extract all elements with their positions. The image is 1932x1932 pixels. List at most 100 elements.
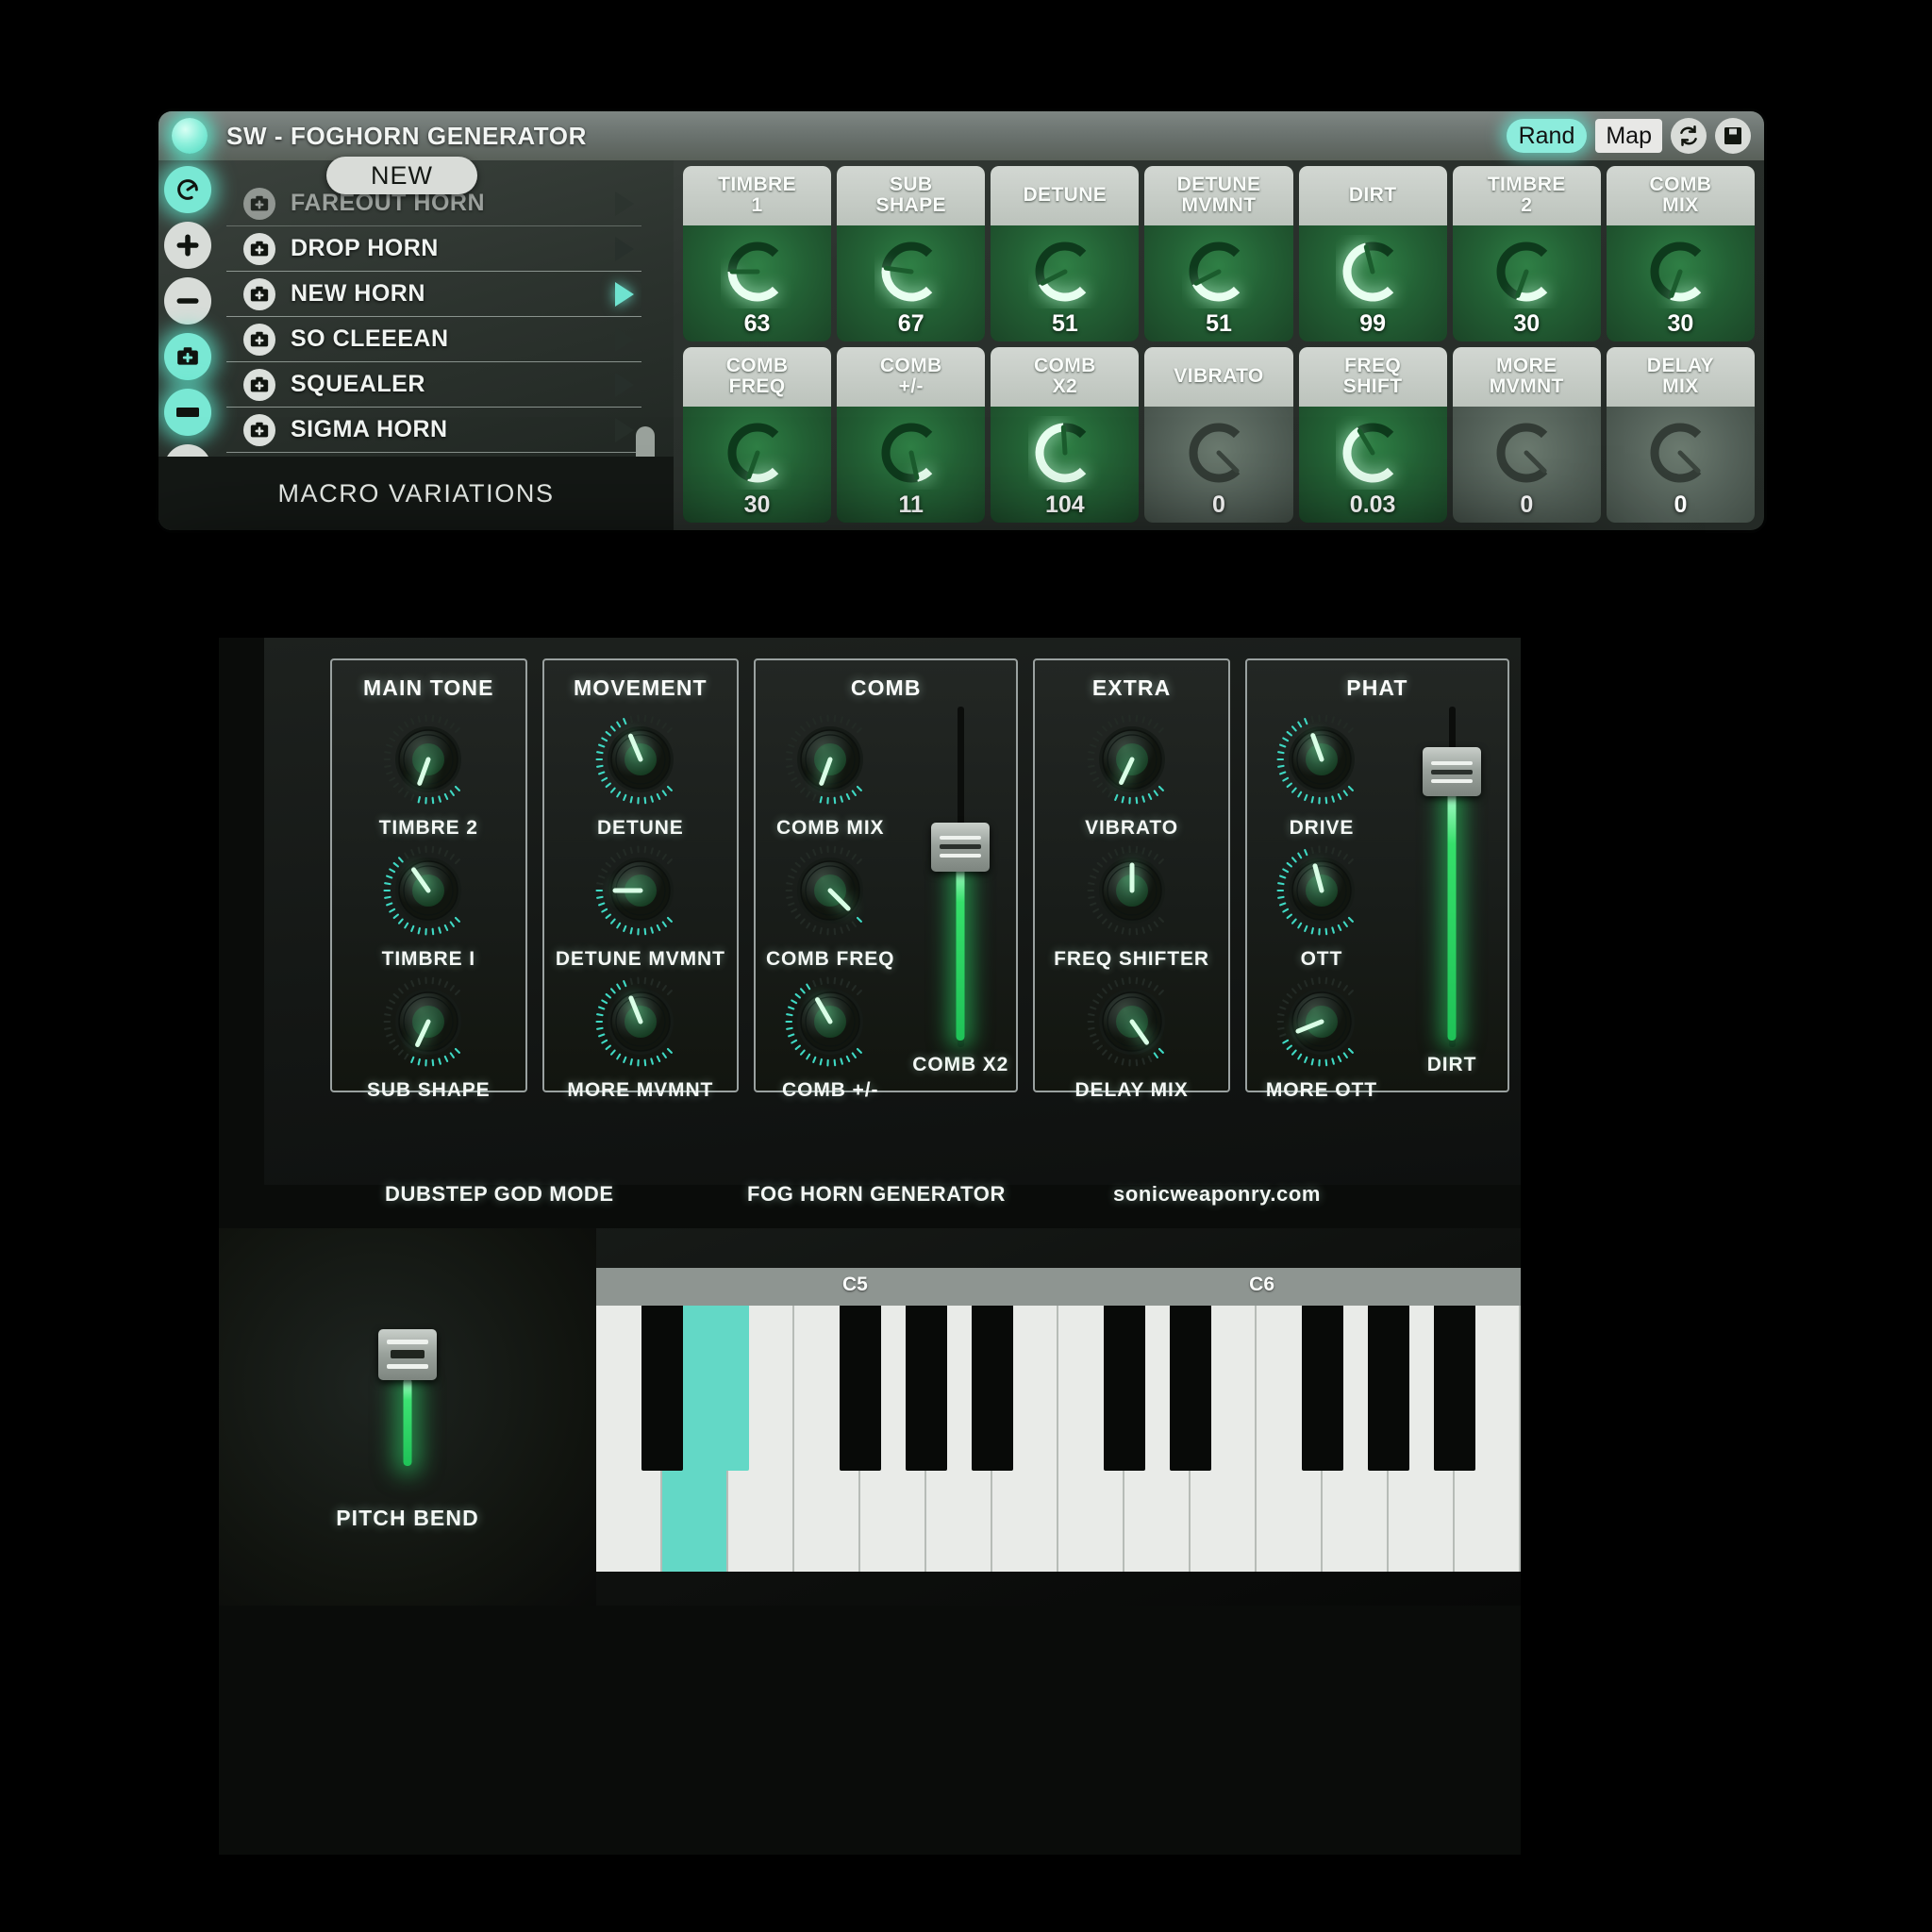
- add-preset-icon[interactable]: [164, 333, 211, 380]
- macro-slot: SUB SHAPE 67: [837, 166, 986, 341]
- macro-knob-value: 67: [897, 310, 924, 337]
- fader-handle[interactable]: [931, 822, 991, 872]
- black-key[interactable]: [707, 1306, 749, 1471]
- save-disk-icon[interactable]: [1715, 118, 1751, 154]
- preset-play-arrow-icon[interactable]: [615, 417, 634, 442]
- knob-dial-icon[interactable]: [164, 166, 211, 213]
- pitch-bend-slider[interactable]: [378, 1274, 437, 1491]
- black-key[interactable]: [1103, 1306, 1145, 1471]
- preset-play-arrow-icon[interactable]: [615, 281, 634, 307]
- macro-knob-value: 51: [1206, 310, 1232, 337]
- black-key[interactable]: [1302, 1306, 1343, 1471]
- knob-delay-mix[interactable]: [1081, 971, 1183, 1073]
- macro-label-line1: TIMBRE: [1487, 174, 1566, 196]
- knob-comb-mix[interactable]: [779, 708, 881, 810]
- knob-comb-freq[interactable]: [779, 840, 881, 941]
- keys-container[interactable]: [596, 1306, 1521, 1572]
- pitch-bend-glow: [403, 1377, 412, 1466]
- macro-knob[interactable]: [1490, 235, 1563, 308]
- macro-knob[interactable]: [1028, 416, 1102, 490]
- power-led-icon[interactable]: [172, 118, 208, 154]
- preset-play-arrow-icon[interactable]: [615, 191, 634, 216]
- macro-knob[interactable]: [1336, 235, 1409, 308]
- black-key[interactable]: [641, 1306, 683, 1471]
- knob-column: VIBRATO FREQ SHIFTER DELAY MIX: [1035, 705, 1228, 1101]
- macro-knob[interactable]: [721, 416, 794, 490]
- macro-slot: COMB FREQ 30: [683, 347, 832, 523]
- macro-label-line2: FREQ: [728, 375, 786, 397]
- macro-label-line1: DETUNE: [1176, 174, 1261, 196]
- knob-timbre-2[interactable]: [377, 708, 479, 810]
- black-key[interactable]: [1434, 1306, 1475, 1471]
- preset-list-item[interactable]: DROP HORN: [226, 226, 641, 272]
- macro-knob-value: 0: [1674, 491, 1688, 518]
- black-key[interactable]: [839, 1306, 881, 1471]
- knob-more-ott[interactable]: [1271, 971, 1373, 1073]
- knob-vibrato[interactable]: [1081, 708, 1183, 810]
- macro-label-line2: MIX: [1662, 194, 1699, 216]
- map-button[interactable]: Map: [1595, 119, 1662, 153]
- macro-label-line1: TIMBRE: [718, 174, 797, 196]
- macro-knob-value: 0.03: [1349, 491, 1396, 518]
- black-key[interactable]: [1368, 1306, 1409, 1471]
- preset-list-item[interactable]: SIGMA HORN: [226, 408, 641, 453]
- plus-icon[interactable]: [164, 222, 211, 269]
- preset-list-item[interactable]: NEW HORN: [226, 272, 641, 317]
- macro-knob[interactable]: [874, 235, 948, 308]
- preset-icon: [243, 323, 275, 356]
- preset-list-item[interactable]: SO CLEEEAN: [226, 317, 641, 362]
- knob-timbre-i[interactable]: [377, 840, 479, 941]
- fader-glow: [1447, 788, 1457, 1041]
- knob-label: COMB FREQ: [765, 948, 895, 970]
- macro-knob[interactable]: [1490, 416, 1563, 490]
- macro-knob[interactable]: [1336, 416, 1409, 490]
- knob-label: TIMBRE 2: [378, 817, 478, 839]
- minus-icon[interactable]: [164, 277, 211, 325]
- black-key[interactable]: [972, 1306, 1013, 1471]
- macro-knob[interactable]: [1643, 416, 1717, 490]
- preset-list-item[interactable]: SQUEALER: [226, 362, 641, 408]
- preset-play-arrow-icon[interactable]: [615, 326, 634, 352]
- pitch-bend-area: PITCH BEND: [219, 1228, 596, 1606]
- octave-bar: C5 C6: [596, 1268, 1521, 1306]
- knob-detune-mvmnt[interactable]: [590, 840, 691, 941]
- piano-keyboard[interactable]: C5 C6: [596, 1268, 1521, 1572]
- macro-knob[interactable]: [1643, 235, 1717, 308]
- preset-play-arrow-icon[interactable]: [615, 236, 634, 261]
- preset-list[interactable]: FAREOUT HORN DROP HORN NEW HORN SO CLEEEAN S…: [226, 181, 641, 483]
- knob-unit: COMB +/-: [779, 971, 881, 1102]
- rename-bar-icon[interactable]: [164, 389, 211, 436]
- knob-label: TIMBRE I: [381, 948, 475, 970]
- fader-dirt[interactable]: [1423, 707, 1481, 1047]
- knob-freq-shifter[interactable]: [1081, 840, 1183, 941]
- macro-knob-body: 0: [1452, 407, 1601, 523]
- knob-detune[interactable]: [590, 708, 691, 810]
- macro-knob[interactable]: [1182, 235, 1256, 308]
- macro-label-line1: COMB: [725, 355, 789, 377]
- knob-ott[interactable]: [1271, 840, 1373, 941]
- knob-drive[interactable]: [1271, 708, 1373, 810]
- macro-knob[interactable]: [874, 416, 948, 490]
- fader-comb-x2[interactable]: [931, 707, 991, 1047]
- macro-variations-bar[interactable]: MACRO VARIATIONS: [158, 457, 674, 530]
- new-preset-button[interactable]: NEW: [326, 157, 477, 194]
- knob-comb-[interactable]: [779, 971, 881, 1073]
- preset-play-arrow-icon[interactable]: [615, 372, 634, 397]
- knob-unit: DRIVE: [1271, 708, 1373, 840]
- macro-knob[interactable]: [721, 235, 794, 308]
- macro-knob[interactable]: [1182, 416, 1256, 490]
- module-row: MAIN TONE TIMBRE 2 TIMBRE I SUB SHAPE MO…: [330, 658, 1509, 1101]
- macro-knob[interactable]: [1028, 235, 1102, 308]
- macro-label-line2: 1: [751, 194, 763, 216]
- black-key[interactable]: [1170, 1306, 1211, 1471]
- refresh-icon[interactable]: [1671, 118, 1707, 154]
- macro-knob-body: 63: [683, 225, 832, 341]
- fader-handle[interactable]: [1423, 747, 1481, 797]
- black-key[interactable]: [906, 1306, 947, 1471]
- module-title: EXTRA: [1091, 675, 1172, 700]
- knob-sub-shape[interactable]: [377, 971, 479, 1073]
- pitch-bend-handle[interactable]: [378, 1328, 437, 1380]
- rand-button[interactable]: Rand: [1506, 119, 1588, 153]
- knob-more-mvmnt[interactable]: [590, 971, 691, 1073]
- macro-knob-value: 51: [1051, 310, 1078, 337]
